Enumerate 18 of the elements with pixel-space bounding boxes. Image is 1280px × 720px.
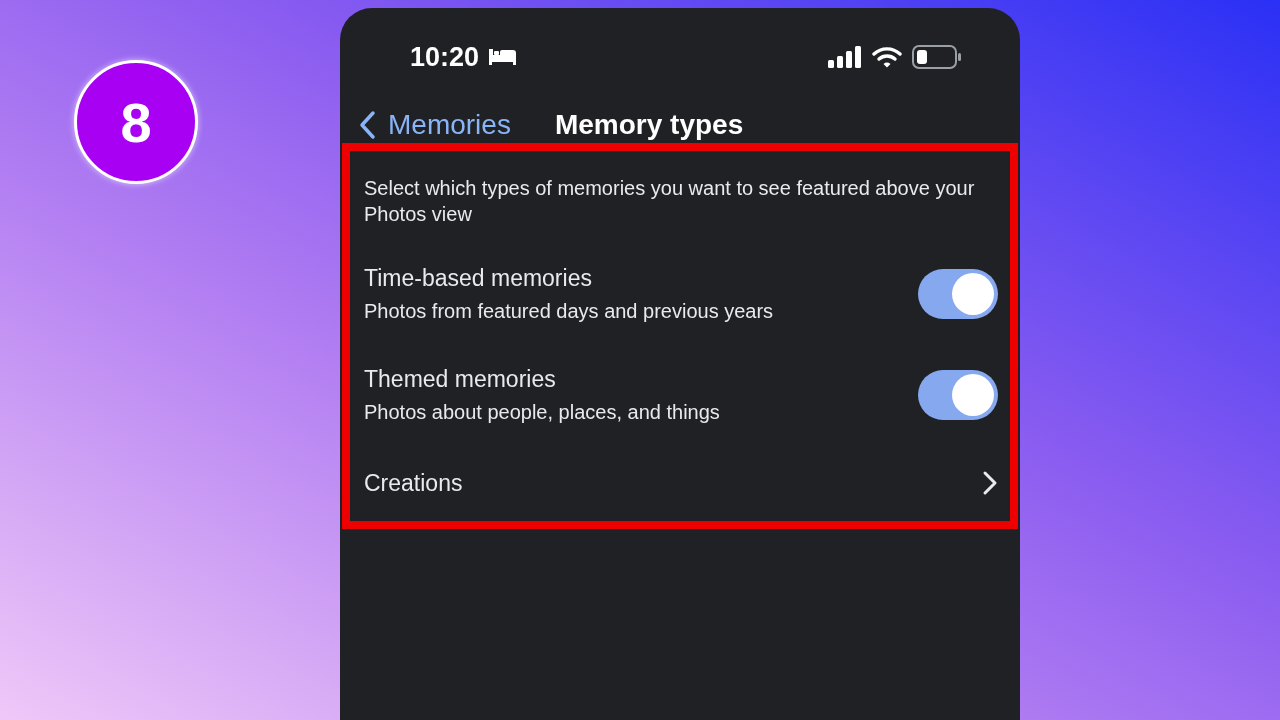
step-number-badge: 8	[74, 60, 198, 184]
toggle-switch[interactable]	[918, 369, 998, 420]
setting-description: Photos about people, places, and things	[364, 400, 720, 424]
back-chevron-icon	[358, 109, 376, 140]
signal-icon	[828, 46, 862, 68]
description-text: Select which types of memories you want to see featured above your Photos view	[363, 176, 976, 227]
chevron-right-icon	[982, 470, 998, 496]
setting-description: Photos from featured days and previous years	[364, 299, 774, 323]
screen-title: Memory types	[554, 108, 744, 141]
status-time: 10:20	[410, 41, 480, 73]
bed-icon	[487, 47, 518, 67]
setting-title: Time-based memories	[364, 264, 593, 292]
wifi-icon	[872, 46, 902, 68]
creations-item[interactable]: Creations	[350, 445, 1010, 521]
toggle-switch[interactable]	[918, 268, 998, 319]
battery-icon	[912, 45, 962, 69]
setting-title: Themed memories	[364, 365, 557, 393]
back-button[interactable]: Memories	[358, 108, 511, 141]
